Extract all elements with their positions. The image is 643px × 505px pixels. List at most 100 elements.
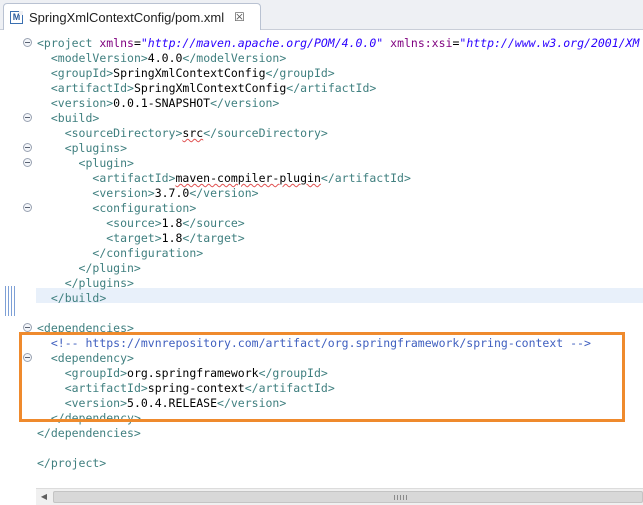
code-line[interactable]: <version>3.7.0</version> (37, 186, 639, 201)
code-line[interactable] (37, 306, 639, 321)
code-token: <modelVersion> (50, 51, 148, 65)
fold-toggle-dependency[interactable] (23, 353, 32, 362)
code-token: </groupId> (258, 366, 328, 380)
fold-toggle-dependencies[interactable] (23, 323, 32, 332)
code-line[interactable]: <version>0.0.1-SNAPSHOT</version> (37, 96, 639, 111)
code-text[interactable]: <project xmlns="http://maven.apache.org/… (37, 36, 639, 471)
close-icon[interactable]: ☒ (234, 10, 245, 24)
code-line[interactable]: </project> (37, 456, 639, 471)
fold-toggle-build[interactable] (23, 113, 32, 122)
code-token: <artifactId> (50, 81, 134, 95)
code-token: </version> (217, 396, 287, 410)
code-line[interactable]: <modelVersion>4.0.0</modelVersion> (37, 51, 639, 66)
code-token: <plugin> (78, 156, 134, 170)
fold-toggle-project[interactable] (23, 38, 32, 47)
code-token: spring-context (147, 381, 245, 395)
code-token: 1.8 (161, 231, 183, 245)
code-token: <groupId> (64, 366, 128, 380)
code-token: </artifactId> (244, 381, 335, 395)
code-line[interactable]: <build> (37, 111, 639, 126)
code-token: 3.7.0 (154, 186, 190, 200)
code-line[interactable]: </dependencies> (37, 426, 639, 441)
code-line[interactable]: </configuration> (37, 246, 639, 261)
code-token: </artifactId> (320, 171, 411, 185)
scroll-left-arrow-icon[interactable]: ◀ (36, 489, 52, 505)
tab-pom-xml[interactable]: M SpringXmlContextConfig/pom.xml ☒ (3, 3, 261, 30)
code-token: </target> (182, 231, 245, 245)
code-token: SpringXmlContextConfig (133, 81, 287, 95)
code-token: "http://www.w3.org/2001/XM (459, 36, 640, 50)
code-line[interactable]: <plugins> (37, 141, 639, 156)
fold-toggle-configuration[interactable] (23, 203, 32, 212)
code-token: = (133, 36, 141, 50)
horizontal-scrollbar[interactable]: ◀ (36, 488, 643, 505)
code-token: </artifactId> (286, 81, 377, 95)
code-line[interactable]: <plugin> (37, 156, 639, 171)
code-line[interactable]: </plugins> (37, 276, 639, 291)
code-line[interactable]: </plugin> (37, 261, 639, 276)
code-line[interactable]: <sourceDirectory>src</sourceDirectory> (37, 126, 639, 141)
code-line[interactable]: <groupId>org.springframework</groupId> (37, 366, 639, 381)
scrollbar-thumb[interactable] (53, 491, 643, 503)
code-token: "http://maven.apache.org/POM/4.0.0" (140, 36, 384, 50)
code-line[interactable]: <dependencies> (37, 321, 639, 336)
gutter-corner (0, 488, 36, 505)
code-line[interactable]: <configuration> (37, 201, 639, 216)
code-line[interactable]: <dependency> (37, 351, 639, 366)
code-token: </version> (210, 96, 280, 110)
left-ruler (0, 30, 20, 488)
code-token: <version> (64, 396, 128, 410)
code-token: </modelVersion> (182, 51, 287, 65)
code-line[interactable]: <project xmlns="http://maven.apache.org/… (37, 36, 639, 51)
code-line[interactable]: </dependency> (37, 411, 639, 426)
code-token: <configuration> (92, 201, 197, 215)
code-token: maven-compiler-plugin (175, 171, 321, 185)
fold-toggle-plugin[interactable] (23, 158, 32, 167)
xml-editor[interactable]: <project xmlns="http://maven.apache.org/… (0, 30, 643, 488)
code-line[interactable] (37, 441, 639, 456)
code-token: <version> (92, 186, 155, 200)
code-token: <plugins> (64, 141, 128, 155)
code-token: </dependencies> (37, 426, 141, 440)
code-line[interactable]: <target>1.8</target> (37, 231, 639, 246)
code-line[interactable]: <version>5.0.4.RELEASE</version> (37, 396, 639, 411)
code-line[interactable]: <source>1.8</source> (37, 216, 639, 231)
code-line[interactable]: <artifactId>SpringXmlContextConfig</arti… (37, 81, 639, 96)
editor-tab-bar: M SpringXmlContextConfig/pom.xml ☒ (0, 0, 643, 30)
code-token: <dependencies> (37, 321, 134, 335)
code-token: <build> (50, 111, 100, 125)
code-line[interactable]: <!-- https://mvnrepository.com/artifact/… (37, 336, 639, 351)
code-token: 4.0.0 (147, 51, 183, 65)
code-token: <project (37, 36, 100, 50)
code-token: </plugin> (78, 261, 141, 275)
code-line[interactable]: <artifactId>spring-context</artifactId> (37, 381, 639, 396)
code-line[interactable]: </build> (37, 291, 639, 306)
fold-toggle-plugins[interactable] (23, 143, 32, 152)
code-token: xmlns:xsi (390, 36, 453, 50)
code-line[interactable]: <groupId>SpringXmlContextConfig</groupId… (37, 66, 639, 81)
code-line[interactable]: <artifactId>maven-compiler-plugin</artif… (37, 171, 639, 186)
code-token: <artifactId> (92, 171, 176, 185)
tab-title: SpringXmlContextConfig/pom.xml (29, 9, 225, 25)
code-token: SpringXmlContextConfig (113, 66, 266, 80)
code-token: </dependency> (50, 411, 141, 425)
code-token: </version> (189, 186, 259, 200)
code-token: 5.0.4.RELEASE (127, 396, 218, 410)
code-token: 1.8 (161, 216, 183, 230)
